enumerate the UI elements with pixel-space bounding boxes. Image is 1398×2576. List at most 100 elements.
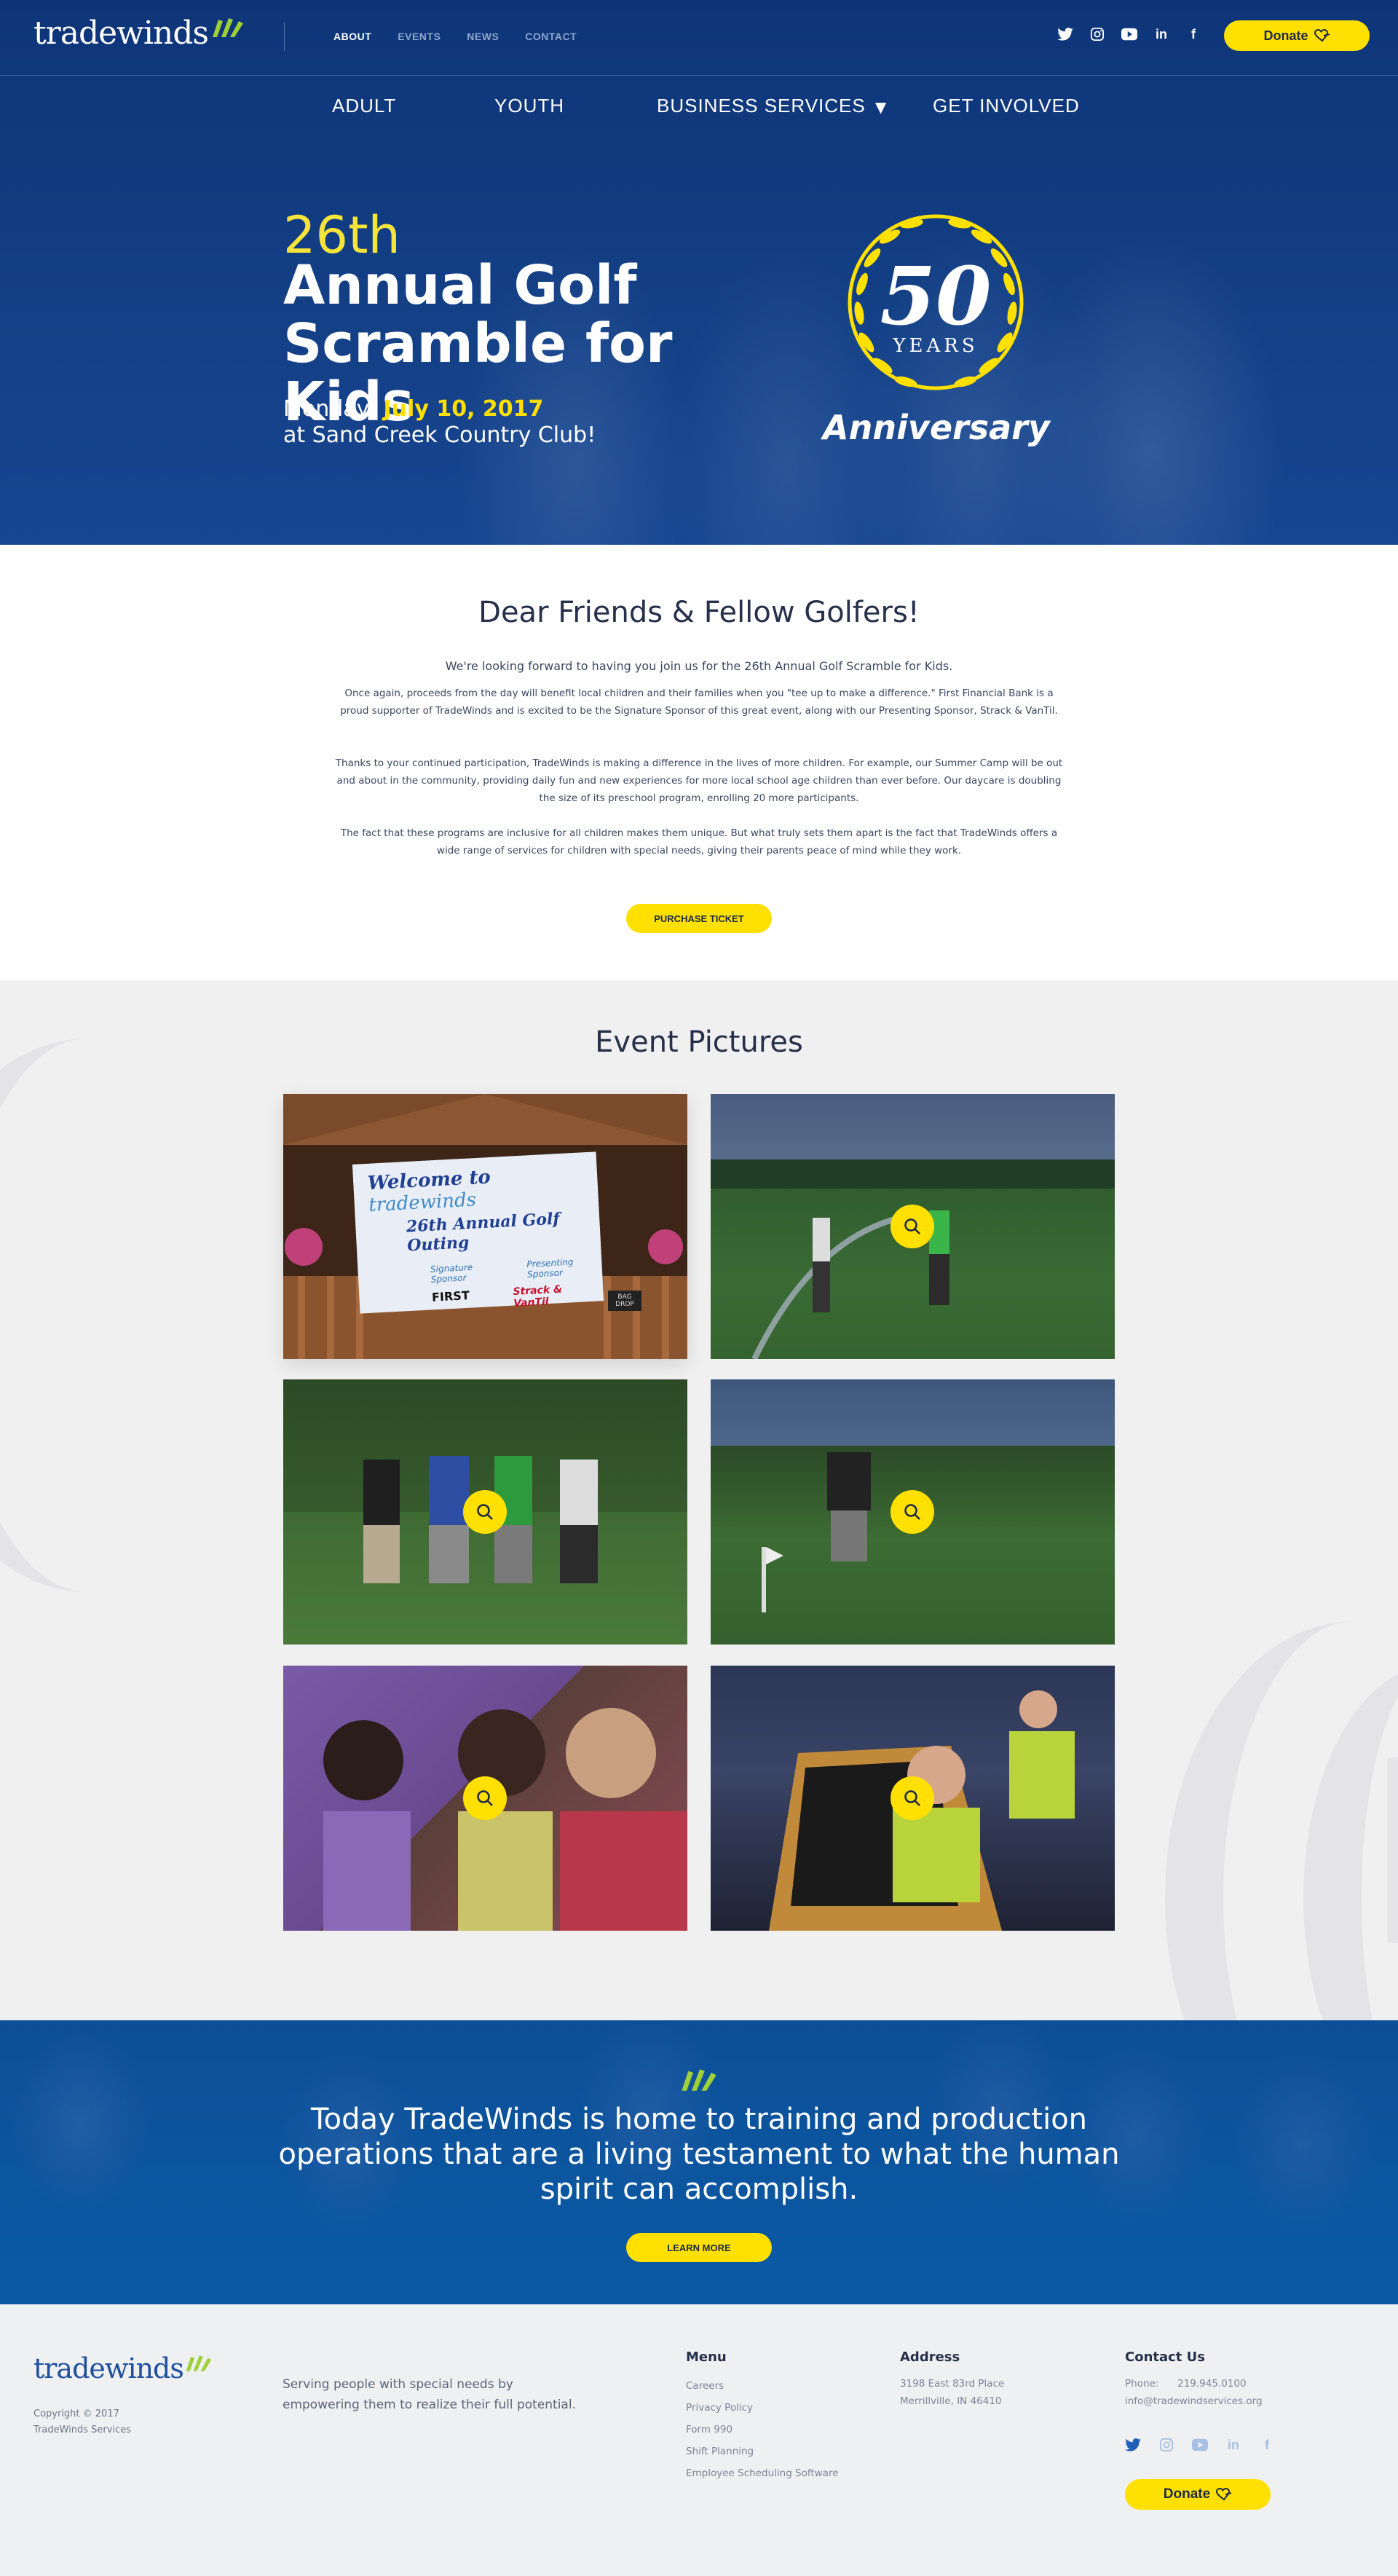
mainnav-adult[interactable]: ADULT: [332, 95, 396, 117]
address-line-1: 3198 East 83rd Place: [900, 2378, 1005, 2390]
logo-text: tradewinds: [33, 15, 209, 52]
learn-more-button[interactable]: LEARN MORE: [626, 2233, 772, 2262]
banner-signature: Signature Sponsor: [430, 1261, 473, 1285]
topnav-about[interactable]: ABOUT: [333, 31, 371, 42]
facebook-icon[interactable]: f: [1185, 26, 1201, 42]
footer-menu-title: Menu: [686, 2349, 727, 2365]
heart-hand-icon: [1314, 29, 1330, 42]
facebook-icon[interactable]: f: [1259, 2437, 1275, 2453]
topnav-events[interactable]: EVENTS: [398, 31, 441, 42]
footer-phone: Phone: 219.945.0100: [1125, 2375, 1263, 2392]
topnav-news[interactable]: NEWS: [467, 31, 499, 42]
zoom-icon[interactable]: [463, 1776, 507, 1820]
mainnav-business-services[interactable]: BUSINESS SERVICES ▼: [657, 95, 890, 119]
gallery-photo-5[interactable]: [283, 1666, 687, 1931]
cta-text: Today TradeWinds is home to training and…: [278, 2103, 1120, 2206]
badge-years: YEARS: [893, 335, 979, 357]
topnav-contact[interactable]: CONTACT: [525, 31, 577, 42]
caret-down-icon: ▼: [871, 95, 891, 118]
instagram-icon[interactable]: [1089, 26, 1105, 42]
main-nav: ADULT YOUTH BUSINESS SERVICES ▼ GET INVOL…: [0, 95, 1398, 124]
logo-leaf-icon: [212, 18, 243, 37]
letter-title: Dear Friends & Fellow Golfers!: [478, 596, 920, 629]
footer-contact: Contact Us Phone: 219.945.0100 info@trad…: [1125, 2349, 1263, 2410]
bag-drop-sign: BAG DROP: [608, 1291, 641, 1311]
letter-lead: We're looking forward to having you join…: [445, 659, 953, 673]
footer-menu-careers[interactable]: Careers: [686, 2375, 839, 2397]
top-nav: ABOUT EVENTS NEWS CONTACT: [333, 31, 577, 42]
letter-paragraph-3: The fact that these programs are inclusi…: [340, 827, 1058, 856]
banner-presenting: Presenting Sponsor: [526, 1256, 574, 1280]
social-links-top: in f: [1057, 26, 1201, 42]
zoom-icon[interactable]: [890, 1776, 934, 1820]
hero-date-prefix: Monday,: [283, 396, 376, 422]
zoom-icon[interactable]: [890, 1205, 934, 1248]
badge-number: 50: [880, 249, 992, 343]
banner-brand: tradewinds: [368, 1189, 477, 1217]
linkedin-icon[interactable]: in: [1153, 26, 1169, 42]
footer-logo[interactable]: tradewinds: [33, 2352, 213, 2384]
hero-venue: at Sand Creek Country Club!: [283, 422, 596, 448]
hero-section: tradewinds ABOUT EVENTS NEWS CONTACT in …: [0, 0, 1398, 545]
youtube-icon[interactable]: [1192, 2437, 1208, 2453]
social-links-footer: in f: [1125, 2437, 1275, 2453]
footer-menu-scheduling[interactable]: Employee Scheduling Software: [686, 2462, 839, 2484]
footer-email[interactable]: info@tradewindservices.org: [1125, 2392, 1263, 2410]
zoom-icon[interactable]: [890, 1490, 934, 1534]
footer-address: Address 3198 East 83rd Place Merrillvill…: [900, 2349, 1004, 2410]
twitter-icon[interactable]: [1057, 26, 1073, 42]
footer-logo-text: tradewinds: [33, 2352, 184, 2384]
logo-leaf-icon: [682, 2069, 716, 2091]
gallery-photo-4[interactable]: [711, 1379, 1115, 1645]
top-bar: tradewinds ABOUT EVENTS NEWS CONTACT in …: [0, 0, 1398, 76]
gallery-photo-banner[interactable]: Welcome to tradewinds 26th Annual Golf O…: [283, 1094, 687, 1359]
footer-menu-form990[interactable]: Form 990: [686, 2419, 839, 2441]
gallery-photo-6[interactable]: [711, 1666, 1115, 1931]
copyright-text: Copyright © 2017: [33, 2408, 119, 2419]
gallery-photo-2[interactable]: [711, 1094, 1115, 1359]
donate-label: Donate: [1263, 28, 1308, 43]
footer: tradewinds Copyright © 2017 TradeWinds S…: [0, 2304, 1398, 2576]
footer-donate-label: Donate: [1163, 2486, 1211, 2502]
footer-address-title: Address: [900, 2349, 960, 2365]
event-pictures-section: Event Pictures Welcome to tradewinds 26t…: [0, 980, 1398, 2020]
hero-date-value: July 10, 2017: [383, 396, 544, 422]
letter-paragraph-2: Thanks to your continued participation, …: [335, 757, 1063, 804]
heart-hand-icon: [1216, 2488, 1232, 2501]
logo-leaf-icon: [186, 2355, 212, 2371]
cta-section: Today TradeWinds is home to training and…: [0, 2020, 1398, 2304]
banner-first: FIRST: [431, 1288, 470, 1304]
banner-outing: 26th Annual Golf Outing: [406, 1209, 561, 1256]
address-line-2: Merrillville, IN 46410: [900, 2395, 1002, 2407]
purchase-ticket-button[interactable]: PURCHASE TICKET: [626, 904, 772, 933]
youtube-icon[interactable]: [1121, 26, 1137, 42]
anniversary-badge: 50 YEARS: [837, 197, 1034, 415]
linkedin-icon[interactable]: in: [1225, 2437, 1241, 2453]
badge-caption: Anniversary: [823, 408, 1050, 447]
zoom-icon[interactable]: [463, 1490, 507, 1534]
letter-section: Dear Friends & Fellow Golfers! We're loo…: [0, 545, 1398, 980]
org-name: TradeWinds Services: [33, 2425, 131, 2435]
hero-date: Monday, July 10, 2017: [283, 396, 543, 422]
footer-menu-shift-planning[interactable]: Shift Planning: [686, 2441, 839, 2462]
footer-donate-button[interactable]: Donate: [1125, 2479, 1271, 2510]
mainnav-business-services-label: BUSINESS SERVICES: [657, 95, 866, 117]
letter-paragraph-1: Once again, proceeds from the day will b…: [340, 688, 1058, 717]
gallery-photo-3[interactable]: [283, 1379, 687, 1645]
banner-text: Welcome to tradewinds 26th Annual Golf O…: [367, 1161, 600, 1317]
gallery-title: Event Pictures: [595, 1025, 803, 1059]
footer-tagline: Serving people with special needs by emp…: [283, 2377, 576, 2412]
footer-copyright: Copyright © 2017 TradeWinds Services: [33, 2406, 131, 2438]
phone-number[interactable]: 219.945.0100: [1177, 2378, 1246, 2390]
instagram-icon[interactable]: [1158, 2437, 1174, 2453]
top-divider: [284, 22, 285, 51]
mainnav-get-involved[interactable]: GET INVOLVED: [933, 95, 1080, 117]
footer-menu: Menu Careers Privacy Policy Form 990 Shi…: [686, 2349, 839, 2484]
banner-strack: Strack & VanTil: [513, 1283, 563, 1309]
mainnav-youth[interactable]: YOUTH: [494, 95, 564, 117]
site-logo[interactable]: tradewinds: [33, 15, 245, 52]
footer-menu-privacy[interactable]: Privacy Policy: [686, 2397, 839, 2419]
footer-contact-title: Contact Us: [1125, 2349, 1206, 2365]
twitter-icon[interactable]: [1125, 2437, 1141, 2453]
donate-button[interactable]: Donate: [1224, 20, 1370, 51]
